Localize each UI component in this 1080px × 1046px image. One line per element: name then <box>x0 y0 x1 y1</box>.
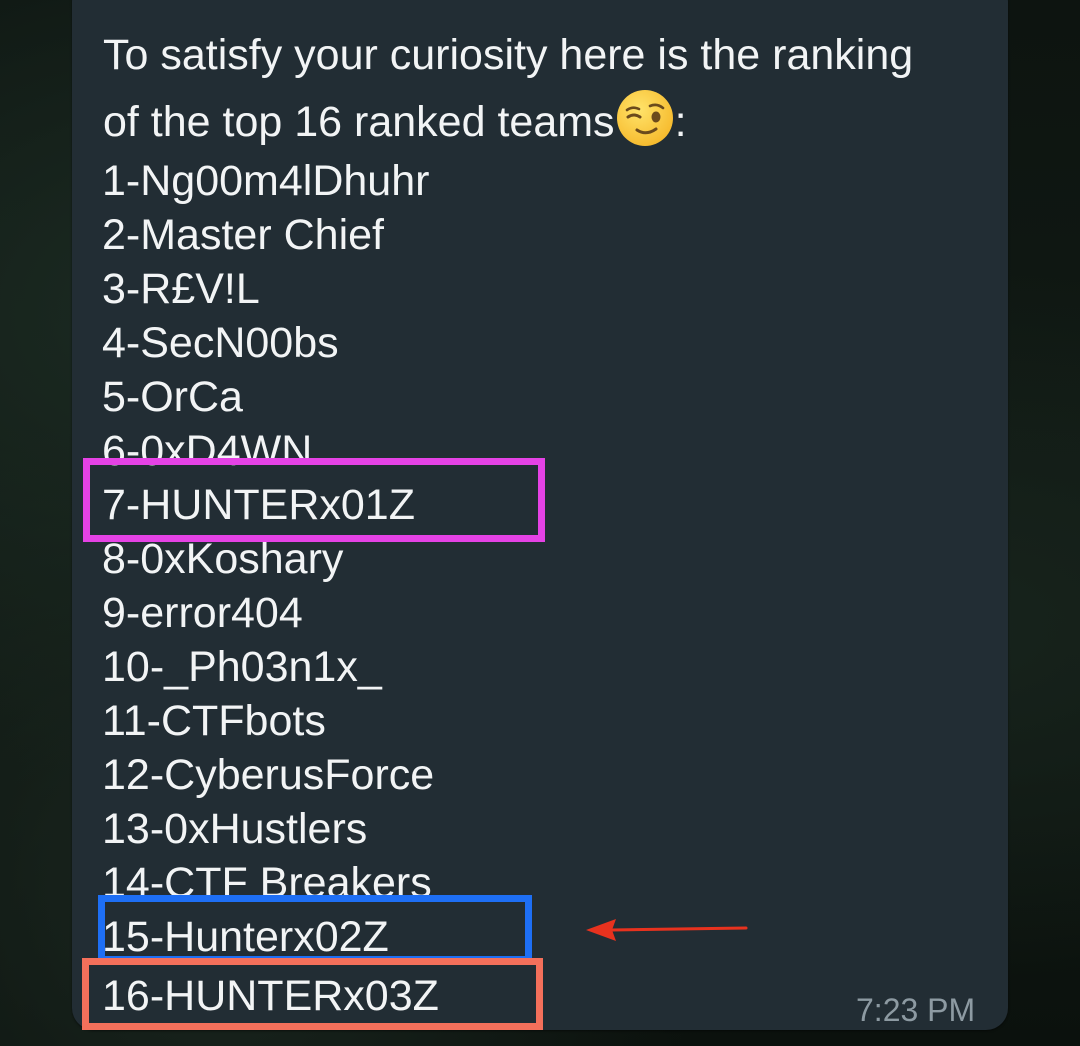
ranking-item: 2-Master Chief <box>102 211 384 259</box>
ranking-item: 6-0xD4WN <box>102 427 313 471</box>
ranking-item: 13-0xHustlers <box>102 805 368 853</box>
intro-line-2: of the top 16 ranked teams <box>103 98 615 146</box>
smirking-wink-emoji-icon <box>615 88 675 148</box>
ranking-item: 3-R£V!L <box>102 265 260 313</box>
ranking-item: 14-CTF Breakers <box>102 859 432 903</box>
ranking-item-highlighted: 15-Hunterx02Z <box>102 913 389 961</box>
message-intro: To satisfy your curiosity here is the ra… <box>103 22 983 155</box>
ranking-item: 9-error404 <box>102 589 303 637</box>
ranking-list: 1-Ng00m4lDhuhr 2-Master Chief 3-R£V!L 4-… <box>102 154 439 1023</box>
ranking-item: 8-0xKoshary <box>102 535 344 583</box>
ranking-item: 5-OrCa <box>102 373 243 421</box>
ranking-item-highlighted: 7-HUNTERx01Z <box>102 481 415 529</box>
left-arrow-icon <box>586 919 748 941</box>
message-timestamp: 7:23 PM <box>856 992 976 1028</box>
ranking-item: 4-SecN00bs <box>102 319 339 367</box>
intro-line-1: To satisfy your curiosity here is the ra… <box>103 31 914 79</box>
intro-colon: : <box>674 98 687 146</box>
ranking-item: 12-CyberusForce <box>102 751 435 799</box>
ranking-item: 11-CTFbots <box>102 697 326 745</box>
ranking-item: 10-_Ph03n1x_ <box>102 643 382 691</box>
ranking-item: 1-Ng00m4lDhuhr <box>102 157 430 205</box>
ranking-item-highlighted: 16-HUNTERx03Z <box>102 972 439 1020</box>
